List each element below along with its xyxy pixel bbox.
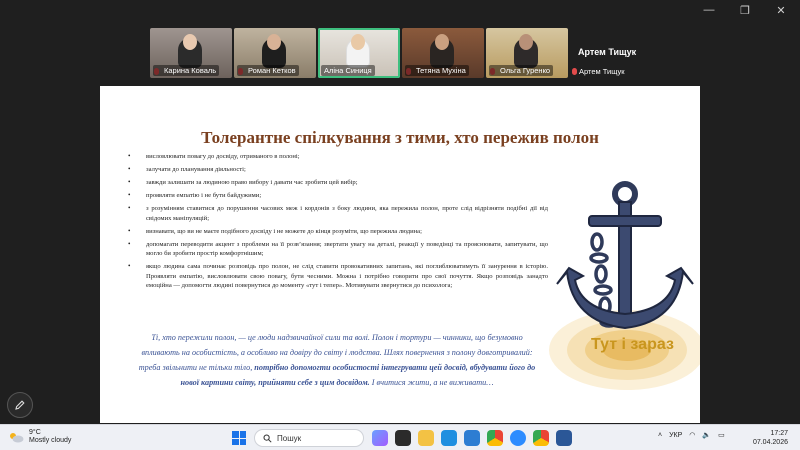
shared-slide: Толерантне спілкування з тими, хто переж…: [100, 86, 700, 423]
word-icon[interactable]: [556, 430, 572, 446]
participant-name: Аліна Синиця: [321, 65, 375, 76]
participant-face: [183, 34, 197, 50]
date: 07.04.2026: [752, 439, 788, 446]
search-placeholder: Пошук: [277, 433, 302, 443]
list-item: допомагати переводити акцент з проблеми …: [128, 240, 548, 259]
taskbar: 9°C Mostly cloudy Пошук ˄ УКР ◠ 🔈 ▭ 17:2…: [0, 424, 800, 450]
time: 17:27: [770, 430, 788, 437]
participant-name: Ольга Гуренко: [489, 65, 554, 76]
taskbar-apps: [372, 430, 572, 446]
maximize-icon[interactable]: ❐: [738, 4, 752, 17]
participant-tile-active[interactable]: Аліна Синиця: [318, 28, 400, 78]
battery-icon[interactable]: ▭: [718, 431, 725, 439]
clock[interactable]: 17:27 07.04.2026: [753, 429, 788, 447]
task-view-icon[interactable]: [395, 430, 411, 446]
speaker-tile[interactable]: Артем Тищук Артем Тищук: [568, 28, 650, 78]
anchor-illustration: [537, 172, 700, 392]
participant-face: [351, 34, 365, 50]
cloud-sun-icon: [10, 433, 24, 443]
chrome-icon[interactable]: [487, 430, 503, 446]
participant-tile[interactable]: Ольга Гуренко: [486, 28, 568, 78]
speaker-label: Артем Тищук: [570, 67, 625, 76]
start-button[interactable]: [232, 431, 246, 445]
participant-face: [267, 34, 281, 50]
chrome-profile-icon[interactable]: [533, 430, 549, 446]
zoom-icon[interactable]: [510, 430, 526, 446]
participant-face: [435, 34, 449, 50]
chevron-up-icon[interactable]: ˄: [658, 432, 662, 439]
close-icon[interactable]: ✕: [774, 4, 788, 17]
participant-face: [519, 34, 533, 50]
list-item: проявляти емпатію і не бути байдужими;: [128, 191, 548, 201]
bullet-list: висловлювати повагу до досвіду, отримано…: [128, 152, 548, 294]
weather-desc: Mostly cloudy: [29, 437, 72, 444]
participant-name: Карина Коваль: [153, 65, 220, 76]
pencil-icon: [15, 400, 25, 410]
search-icon: [263, 434, 272, 443]
system-tray: ˄ УКР ◠ 🔈 ▭: [658, 431, 725, 440]
participant-name: Роман Кетков: [237, 65, 299, 76]
window-controls: — ❐ ✕: [702, 4, 788, 17]
speaker-name: Артем Тищук: [578, 47, 637, 57]
image-caption: Тут і зараз: [591, 336, 674, 353]
file-explorer-icon[interactable]: [418, 430, 434, 446]
participant-tile[interactable]: Карина Коваль: [150, 28, 232, 78]
list-item: залучати до планування діяльності;: [128, 165, 548, 175]
weather-widget[interactable]: 9°C Mostly cloudy: [8, 429, 71, 445]
list-item: завжди залишати за людиною право вибору …: [128, 178, 548, 188]
list-item: з розумінням ставитися до порушення часо…: [128, 204, 548, 223]
participants-strip: Карина Коваль Роман Кетков Аліна Синиця …: [150, 28, 568, 78]
copilot-icon[interactable]: [372, 430, 388, 446]
list-item: визнавати, що ви не маєте подібного досв…: [128, 227, 548, 237]
participant-tile[interactable]: Тетяна Мухіна: [402, 28, 484, 78]
list-item: висловлювати повагу до досвіду, отримано…: [128, 152, 548, 162]
wifi-icon[interactable]: ◠: [689, 431, 695, 439]
annotate-button[interactable]: [7, 392, 33, 418]
anchor-icon: [549, 181, 700, 390]
quote-text-end: І вчитися жити, а не виживати…: [369, 378, 494, 387]
weather-temp: 9°C: [29, 429, 41, 436]
quote-block: Ті, хто пережили полон, — це люди надзви…: [132, 330, 542, 390]
language-indicator[interactable]: УКР: [669, 432, 682, 439]
edge-icon[interactable]: [441, 430, 457, 446]
participant-name: Тетяна Мухіна: [405, 65, 469, 76]
list-item: якщо людина сама починає розповідь про п…: [128, 262, 548, 290]
volume-icon[interactable]: 🔈: [702, 431, 711, 439]
minimize-icon[interactable]: —: [702, 4, 716, 17]
store-icon[interactable]: [464, 430, 480, 446]
search-input[interactable]: Пошук: [254, 429, 364, 447]
participant-tile[interactable]: Роман Кетков: [234, 28, 316, 78]
slide-title: Толерантне спілкування з тими, хто переж…: [201, 128, 599, 147]
